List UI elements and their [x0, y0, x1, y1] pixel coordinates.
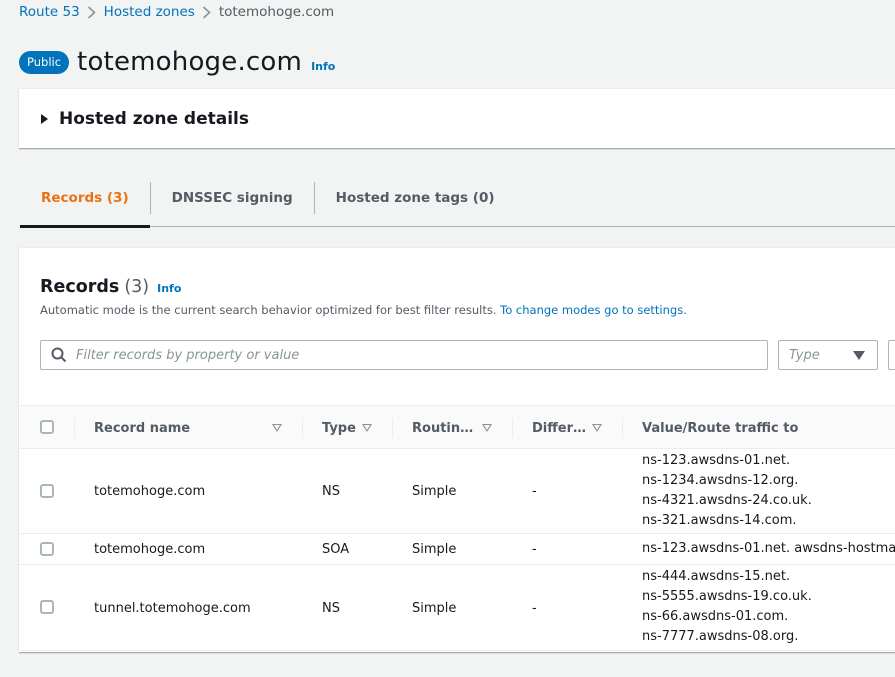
record-values: ns-123.awsdns-01.net. ns-1234.awsdns-12.… [642, 451, 812, 531]
record-differentiator: - [532, 542, 537, 557]
search-input[interactable] [76, 347, 736, 363]
column-header-differentiator[interactable]: Differ… [532, 406, 632, 450]
sort-icon [272, 424, 282, 432]
column-header-label: Differ… [532, 420, 587, 436]
record-values: ns-123.awsdns-01.net. awsdns-hostmaster.… [642, 539, 895, 559]
column-header-routing[interactable]: Routin… [412, 406, 512, 450]
select-all-checkbox[interactable] [40, 420, 54, 434]
column-header-label: Value/Route traffic to [642, 420, 799, 436]
public-badge: Public [19, 50, 70, 74]
table-row[interactable]: totemohoge.com NS Simple - ns-123.awsdns… [20, 449, 895, 534]
record-name: tunnel.totemohoge.com [94, 600, 251, 616]
records-panel: Records (3) Info Automatic mode is the c… [19, 247, 895, 652]
records-table: Record name Type Routin… Differ… Value/R… [20, 405, 895, 651]
record-value: ns-444.awsdns-15.net. [642, 569, 791, 584]
table-row[interactable]: tunnel.totemohoge.com NS Simple - ns-444… [20, 565, 895, 651]
caret-down-icon [853, 350, 865, 360]
row-checkbox[interactable] [40, 600, 54, 614]
breadcrumb: Route 53 Hosted zones totemohoge.com [19, 4, 334, 20]
page-header: Public totemohoge.com Info [19, 47, 335, 77]
record-differentiator: - [532, 484, 537, 499]
breadcrumb-current: totemohoge.com [218, 4, 335, 20]
row-checkbox[interactable] [40, 484, 54, 498]
sort-icon [592, 424, 602, 432]
type-filter-placeholder: Type [789, 347, 820, 363]
table-row[interactable]: totemohoge.com SOA Simple - ns-123.awsdn… [20, 534, 895, 565]
record-value: ns-123.awsdns-01.net. awsdns-hostmaster.… [642, 541, 895, 556]
table-header: Record name Type Routin… Differ… Value/R… [20, 405, 895, 449]
record-value: ns-5555.awsdns-19.co.uk. [642, 589, 812, 604]
record-differentiator: - [532, 600, 537, 616]
tab-records[interactable]: Records (3) [20, 170, 150, 228]
record-type: NS [322, 484, 340, 499]
tab-hosted-zone-tags[interactable]: Hosted zone tags (0) [315, 170, 516, 227]
column-header-label: Routin… [412, 420, 474, 436]
record-name: totemohoge.com [94, 484, 206, 499]
record-type: SOA [322, 542, 350, 557]
breadcrumb-route53[interactable]: Route 53 [19, 4, 80, 20]
record-routing: Simple [412, 484, 457, 499]
records-description: Automatic mode is the current search beh… [40, 303, 687, 317]
column-header-label: Type [322, 420, 356, 436]
column-header-type[interactable]: Type [322, 406, 394, 450]
hosted-zone-details-title: Hosted zone details [59, 108, 249, 129]
record-type: NS [322, 600, 340, 616]
column-divider [512, 418, 513, 438]
tab-list: Records (3) DNSSEC signing Hosted zone t… [20, 170, 895, 228]
search-box[interactable] [40, 340, 768, 370]
header-info-link[interactable]: Info [311, 60, 335, 73]
sort-icon [482, 424, 492, 432]
chevron-right-icon [80, 5, 104, 19]
column-header-label: Record name [94, 420, 191, 436]
search-icon [51, 347, 67, 363]
records-count: (3) [124, 277, 150, 297]
page-title: totemohoge.com [77, 47, 303, 77]
caret-right-icon [41, 113, 48, 124]
search-mode-text: Automatic mode is the current search beh… [40, 303, 497, 317]
record-value: ns-123.awsdns-01.net. [642, 453, 791, 468]
record-value: ns-4321.awsdns-24.co.uk. [642, 493, 812, 508]
breadcrumb-hosted-zones[interactable]: Hosted zones [104, 4, 195, 20]
column-divider [302, 418, 303, 438]
record-routing: Simple [412, 600, 457, 616]
record-routing: Simple [412, 542, 457, 557]
sort-icon [362, 424, 372, 432]
record-name: totemohoge.com [94, 542, 206, 557]
records-info-link[interactable]: Info [157, 282, 181, 295]
hosted-zone-details-toggle[interactable]: Hosted zone details [19, 88, 895, 148]
records-title: Records [40, 277, 120, 297]
chevron-right-icon [195, 5, 219, 19]
record-values: ns-444.awsdns-15.net. ns-5555.awsdns-19.… [642, 567, 812, 647]
record-value: ns-66.awsdns-01.com. [642, 609, 789, 624]
record-value: ns-1234.awsdns-12.org. [642, 473, 799, 488]
column-divider [622, 418, 623, 438]
column-header-record-name[interactable]: Record name [94, 406, 284, 450]
tab-dnssec-signing[interactable]: DNSSEC signing [151, 170, 314, 227]
records-header: Records (3) Info [40, 277, 181, 297]
type-filter-select[interactable]: Type [778, 340, 878, 370]
routing-filter-select[interactable] [888, 340, 895, 370]
column-divider [392, 418, 393, 438]
record-value: ns-7777.awsdns-08.org. [642, 629, 799, 644]
column-divider [74, 418, 75, 438]
row-checkbox[interactable] [40, 542, 54, 556]
settings-link[interactable]: To change modes go to settings. [500, 303, 687, 317]
column-header-value[interactable]: Value/Route traffic to [642, 406, 895, 450]
record-value: ns-321.awsdns-14.com. [642, 513, 797, 528]
